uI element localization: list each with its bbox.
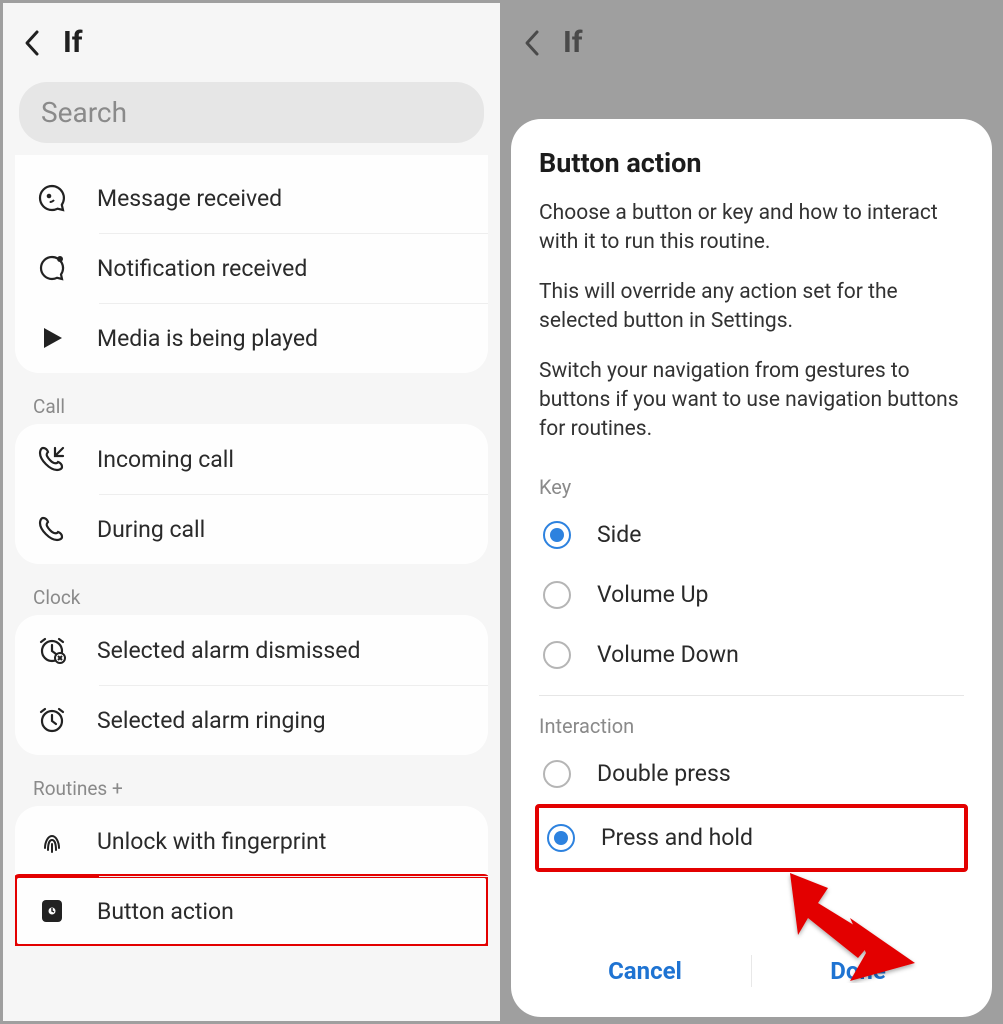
- item-label: Selected alarm ringing: [97, 707, 326, 734]
- radio-key-side[interactable]: Side: [539, 505, 964, 565]
- section-label-clock: Clock: [3, 578, 500, 615]
- incoming-call-icon: [35, 442, 69, 476]
- play-icon: [35, 321, 69, 355]
- radio-icon: [543, 521, 571, 549]
- page-title: If: [563, 25, 583, 60]
- sheet-desc-1: Choose a button or key and how to intera…: [539, 199, 964, 258]
- radio-label: Volume Up: [597, 581, 708, 608]
- key-section-label: Key: [539, 475, 964, 499]
- list-item-during-call[interactable]: During call: [15, 494, 488, 564]
- bottom-sheet: Button action Choose a button or key and…: [511, 119, 992, 1017]
- radio-icon: [543, 581, 571, 609]
- list-card-messages: Message received Notification received M…: [15, 155, 488, 373]
- list-item-unlock-fingerprint[interactable]: Unlock with fingerprint: [15, 806, 488, 876]
- radio-interaction-press-and-hold[interactable]: Press and hold: [543, 808, 960, 868]
- message-received-icon: [35, 181, 69, 215]
- right-screen: If Button action Choose a button or key …: [503, 3, 1000, 1021]
- during-call-icon: [35, 512, 69, 546]
- list-item-notification-received[interactable]: Notification received: [15, 233, 488, 303]
- list-card-call: Incoming call During call: [15, 424, 488, 564]
- list-item-alarm-dismissed[interactable]: Selected alarm dismissed: [15, 615, 488, 685]
- alarm-ringing-icon: [35, 703, 69, 737]
- back-button[interactable]: [521, 32, 543, 54]
- interaction-section-label: Interaction: [539, 714, 964, 738]
- radio-label: Side: [597, 521, 641, 548]
- list-item-alarm-ringing[interactable]: Selected alarm ringing: [15, 685, 488, 755]
- item-label: Button action: [97, 898, 234, 925]
- item-label: Unlock with fingerprint: [97, 828, 326, 855]
- radio-label: Volume Down: [597, 641, 739, 668]
- chevron-left-icon: [523, 29, 541, 57]
- radio-interaction-double-press[interactable]: Double press: [539, 744, 964, 804]
- list-item-incoming-call[interactable]: Incoming call: [15, 424, 488, 494]
- item-label: Media is being played: [97, 325, 318, 352]
- left-screen: If Search Message received Notification …: [3, 3, 500, 1021]
- notification-icon: [35, 251, 69, 285]
- right-header: If: [503, 3, 1000, 78]
- radio-label: Double press: [597, 760, 731, 787]
- divider: [539, 695, 964, 696]
- list-item-media-playing[interactable]: Media is being played: [15, 303, 488, 373]
- sheet-desc-2: This will override any action set for th…: [539, 278, 964, 337]
- chevron-left-icon: [23, 29, 41, 57]
- search-placeholder: Search: [41, 96, 127, 129]
- list-item-button-action[interactable]: Button action: [15, 876, 488, 946]
- alarm-dismissed-icon: [35, 633, 69, 667]
- sheet-desc-3: Switch your navigation from gestures to …: [539, 357, 964, 445]
- radio-label: Press and hold: [601, 824, 753, 851]
- list-item-message-received[interactable]: Message received: [15, 163, 488, 233]
- radio-icon: [543, 760, 571, 788]
- back-button[interactable]: [21, 32, 43, 54]
- section-label-call: Call: [3, 387, 500, 424]
- highlighted-press-and-hold: Press and hold: [535, 804, 968, 872]
- fingerprint-icon: [35, 824, 69, 858]
- sheet-footer: Cancel Done: [539, 931, 964, 1007]
- item-label: Selected alarm dismissed: [97, 637, 360, 664]
- radio-icon: [543, 641, 571, 669]
- item-label: Message received: [97, 185, 282, 212]
- sheet-title: Button action: [539, 147, 964, 179]
- item-label: Notification received: [97, 255, 307, 282]
- item-label: During call: [97, 516, 205, 543]
- radio-key-volume-up[interactable]: Volume Up: [539, 565, 964, 625]
- button-action-icon: [35, 894, 69, 928]
- list-card-routines: Unlock with fingerprint Button action: [15, 806, 488, 946]
- done-button[interactable]: Done: [752, 949, 964, 993]
- radio-icon: [547, 824, 575, 852]
- list-card-clock: Selected alarm dismissed Selected alarm …: [15, 615, 488, 755]
- item-label: Incoming call: [97, 446, 234, 473]
- page-title: If: [63, 25, 83, 60]
- radio-key-volume-down[interactable]: Volume Down: [539, 625, 964, 685]
- cancel-button[interactable]: Cancel: [539, 949, 751, 993]
- left-header: If: [3, 3, 500, 78]
- search-input[interactable]: Search: [19, 82, 484, 143]
- section-label-routines: Routines +: [3, 769, 500, 806]
